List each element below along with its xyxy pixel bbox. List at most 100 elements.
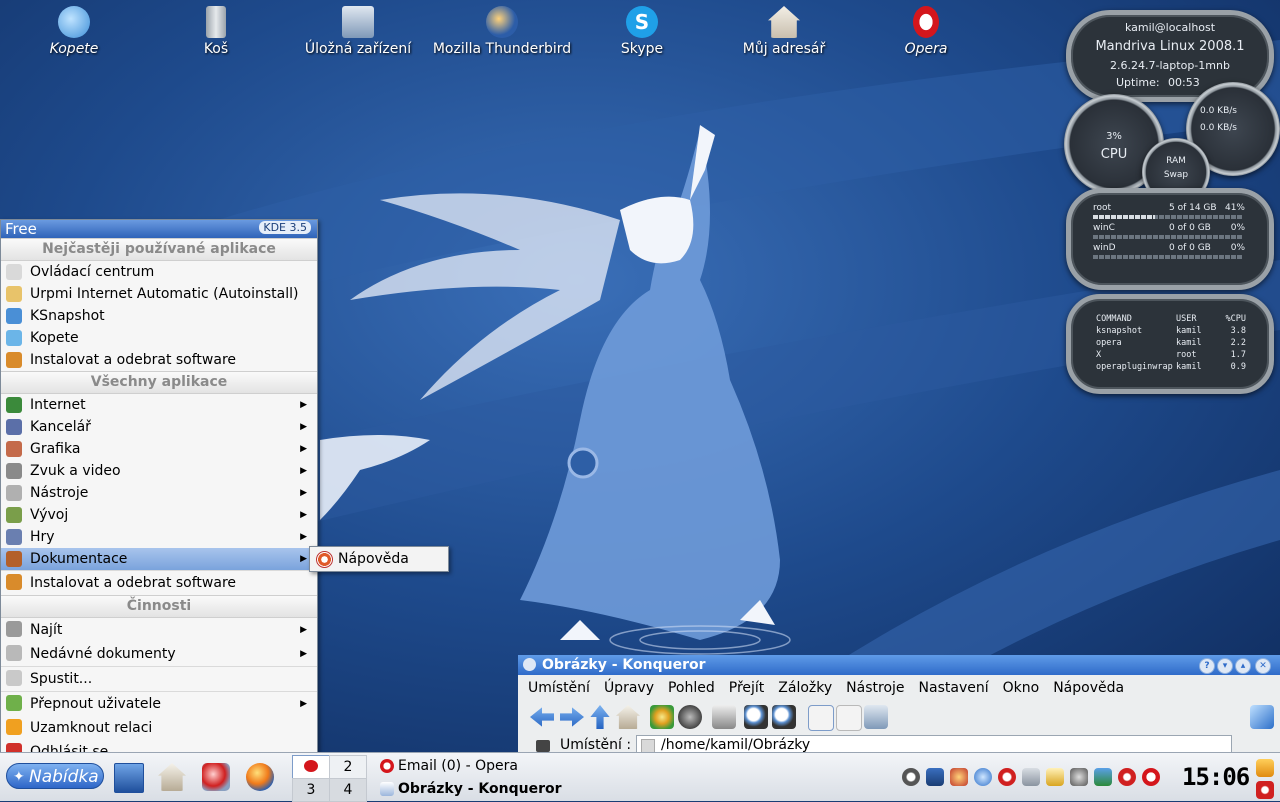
menu-item-label: Nedávné dokumenty — [30, 646, 176, 662]
pager-desktop-3[interactable]: 3 — [292, 778, 330, 802]
list-view-icon[interactable] — [836, 705, 862, 731]
software-install-icon — [6, 352, 22, 368]
reload-icon[interactable] — [650, 705, 674, 729]
menu-0[interactable]: Umístění — [528, 680, 590, 696]
desktop-icon-thunderbird[interactable]: Mozilla Thunderbird — [432, 6, 572, 57]
menu-item-lock[interactable]: Uzamknout relaci — [1, 716, 317, 740]
pager-desktop-1[interactable] — [292, 755, 330, 779]
sysinfo-kernel: 2.6.24.7-laptop-1mnb — [1110, 59, 1230, 72]
help-button[interactable]: ? — [1199, 658, 1215, 674]
menu-item-software-install[interactable]: Instalovat a odebrat software — [1, 349, 317, 371]
menu-item-development[interactable]: Vývoj ▶ — [1, 504, 317, 526]
submenu-arrow-icon: ▶ — [300, 488, 307, 498]
print-icon[interactable] — [712, 705, 736, 729]
zoom-out-icon[interactable] — [772, 705, 796, 729]
documentation-icon — [6, 551, 22, 567]
preview-icon[interactable] — [864, 705, 888, 729]
process-row: operapluginwrap kamil 0.9 — [1096, 362, 1246, 372]
menu-item-documentation[interactable]: Dokumentace ▶ — [1, 548, 317, 570]
disk-usage-fill — [1093, 215, 1155, 219]
menu-4[interactable]: Záložky — [778, 680, 832, 696]
menu-item-run[interactable]: Spustit... — [1, 666, 317, 691]
menu-item-control-center[interactable]: Ovládací centrum — [1, 261, 317, 283]
menu-item-ksnapshot[interactable]: KSnapshot — [1, 305, 317, 327]
window-titlebar[interactable]: Obrázky - Konqueror ? ▾ ▴ ✕ — [518, 655, 1280, 675]
disk-row: root 5 of 14 GB 41% — [1093, 203, 1245, 223]
ksnapshot-icon — [6, 308, 22, 324]
headphones-tray-icon[interactable] — [1070, 768, 1088, 786]
menu-item-internet-globe[interactable]: Internet ▶ — [1, 394, 317, 416]
menu-item-recent-documents[interactable]: Nedávné dokumenty ▶ — [1, 642, 317, 666]
window-menu-icon[interactable] — [523, 658, 536, 671]
network-tray-icon[interactable] — [902, 768, 920, 786]
desktop-icon-kopete[interactable]: Kopete — [4, 6, 144, 57]
menu-5[interactable]: Nástroje — [846, 680, 904, 696]
desktop-icon-home[interactable]: Můj adresář — [714, 6, 854, 57]
opera-tray-icon[interactable] — [1142, 768, 1160, 786]
menu-1[interactable]: Úpravy — [604, 680, 654, 696]
menu-item-urpmi[interactable]: Urpmi Internet Automatic (Autoinstall) — [1, 283, 317, 305]
menu-item-switch-user[interactable]: Přepnout uživatele ▶ — [1, 691, 317, 716]
clear-location-icon[interactable] — [536, 740, 550, 752]
kopete-icon — [58, 6, 90, 38]
switch-user-icon — [6, 695, 22, 711]
forward-arrow-icon[interactable] — [560, 707, 584, 727]
task-konqueror[interactable]: Obrázky - Konqueror — [380, 778, 562, 800]
power-tray-icon[interactable] — [998, 768, 1016, 786]
usb-tray-icon[interactable] — [1022, 768, 1040, 786]
stop-icon[interactable] — [678, 705, 702, 729]
pager-desktop-2[interactable]: 2 — [329, 755, 367, 779]
logout-tray-icon[interactable] — [1256, 781, 1274, 799]
menu-7[interactable]: Okno — [1003, 680, 1040, 696]
update-tray-icon[interactable] — [950, 768, 968, 786]
menu-8[interactable]: Nápověda — [1053, 680, 1124, 696]
back-arrow-icon[interactable] — [530, 707, 554, 727]
sysinfo-uptime-label: Uptime: — [1116, 76, 1160, 89]
process-command: operapluginwrap — [1096, 362, 1173, 372]
control-center-launcher-icon[interactable] — [202, 763, 230, 791]
submenu-item-help[interactable]: Nápověda — [310, 547, 448, 571]
disk-usage-bar — [1093, 255, 1243, 259]
menu-item-label: Přepnout uživatele — [30, 696, 161, 712]
notes-tray-icon[interactable] — [1046, 768, 1064, 786]
icon-view-icon[interactable] — [808, 705, 834, 731]
menu-item-games[interactable]: Hry ▶ — [1, 526, 317, 548]
desktop-icon-label: Můj adresář — [742, 41, 826, 57]
desktop-icon-opera[interactable]: Opera — [856, 6, 996, 57]
menu-item-label: Instalovat a odebrat software — [30, 352, 237, 368]
software-install-icon — [6, 574, 22, 590]
menu-item-kopete[interactable]: Kopete — [1, 327, 317, 349]
home-launcher-icon[interactable] — [158, 763, 186, 791]
menu-item-multimedia[interactable]: Zvuk a video ▶ — [1, 460, 317, 482]
menu-item-find[interactable]: Najít ▶ — [1, 618, 317, 642]
menu-item-office[interactable]: Kancelář ▶ — [1, 416, 317, 438]
zoom-in-icon[interactable] — [744, 705, 768, 729]
desktop-icon-trash[interactable]: Koš — [146, 6, 286, 57]
menu-2[interactable]: Pohled — [668, 680, 715, 696]
menu-6[interactable]: Nastavení — [919, 680, 989, 696]
k-menu-button[interactable]: ✦ Nabídka — [6, 763, 104, 789]
kopete-tray-icon[interactable] — [974, 768, 992, 786]
pager-desktop-4[interactable]: 4 — [329, 778, 367, 802]
show-desktop-icon[interactable] — [114, 763, 144, 793]
network-manager-tray-icon[interactable] — [1094, 768, 1112, 786]
task-opera-email[interactable]: Email (0) - Opera — [380, 755, 518, 777]
display-tray-icon[interactable] — [926, 768, 944, 786]
maximize-button[interactable]: ▴ — [1235, 658, 1251, 674]
menu-3[interactable]: Přejít — [729, 680, 765, 696]
menu-item-install-software[interactable]: Instalovat a odebrat software — [1, 570, 317, 595]
menu-item-tools[interactable]: Nástroje ▶ — [1, 482, 317, 504]
minimize-button[interactable]: ▾ — [1217, 658, 1233, 674]
up-arrow-icon[interactable] — [590, 705, 610, 729]
alert-tray-icon[interactable] — [1118, 768, 1136, 786]
clock[interactable]: 15:06 — [1182, 763, 1250, 791]
firefox-icon[interactable] — [246, 763, 274, 791]
home-icon[interactable] — [616, 705, 640, 729]
lock-screen-icon[interactable] — [1256, 759, 1274, 777]
menu-item-graphics[interactable]: Grafika ▶ — [1, 438, 317, 460]
section-frequent-apps: Nejčastěji používané aplikace — [1, 238, 317, 261]
close-button[interactable]: ✕ — [1255, 658, 1271, 674]
menu-item-label: Uzamknout relaci — [30, 720, 153, 736]
desktop-icon-skype[interactable]: S Skype — [572, 6, 712, 57]
desktop-icon-storage[interactable]: Úložná zařízení — [288, 6, 428, 57]
